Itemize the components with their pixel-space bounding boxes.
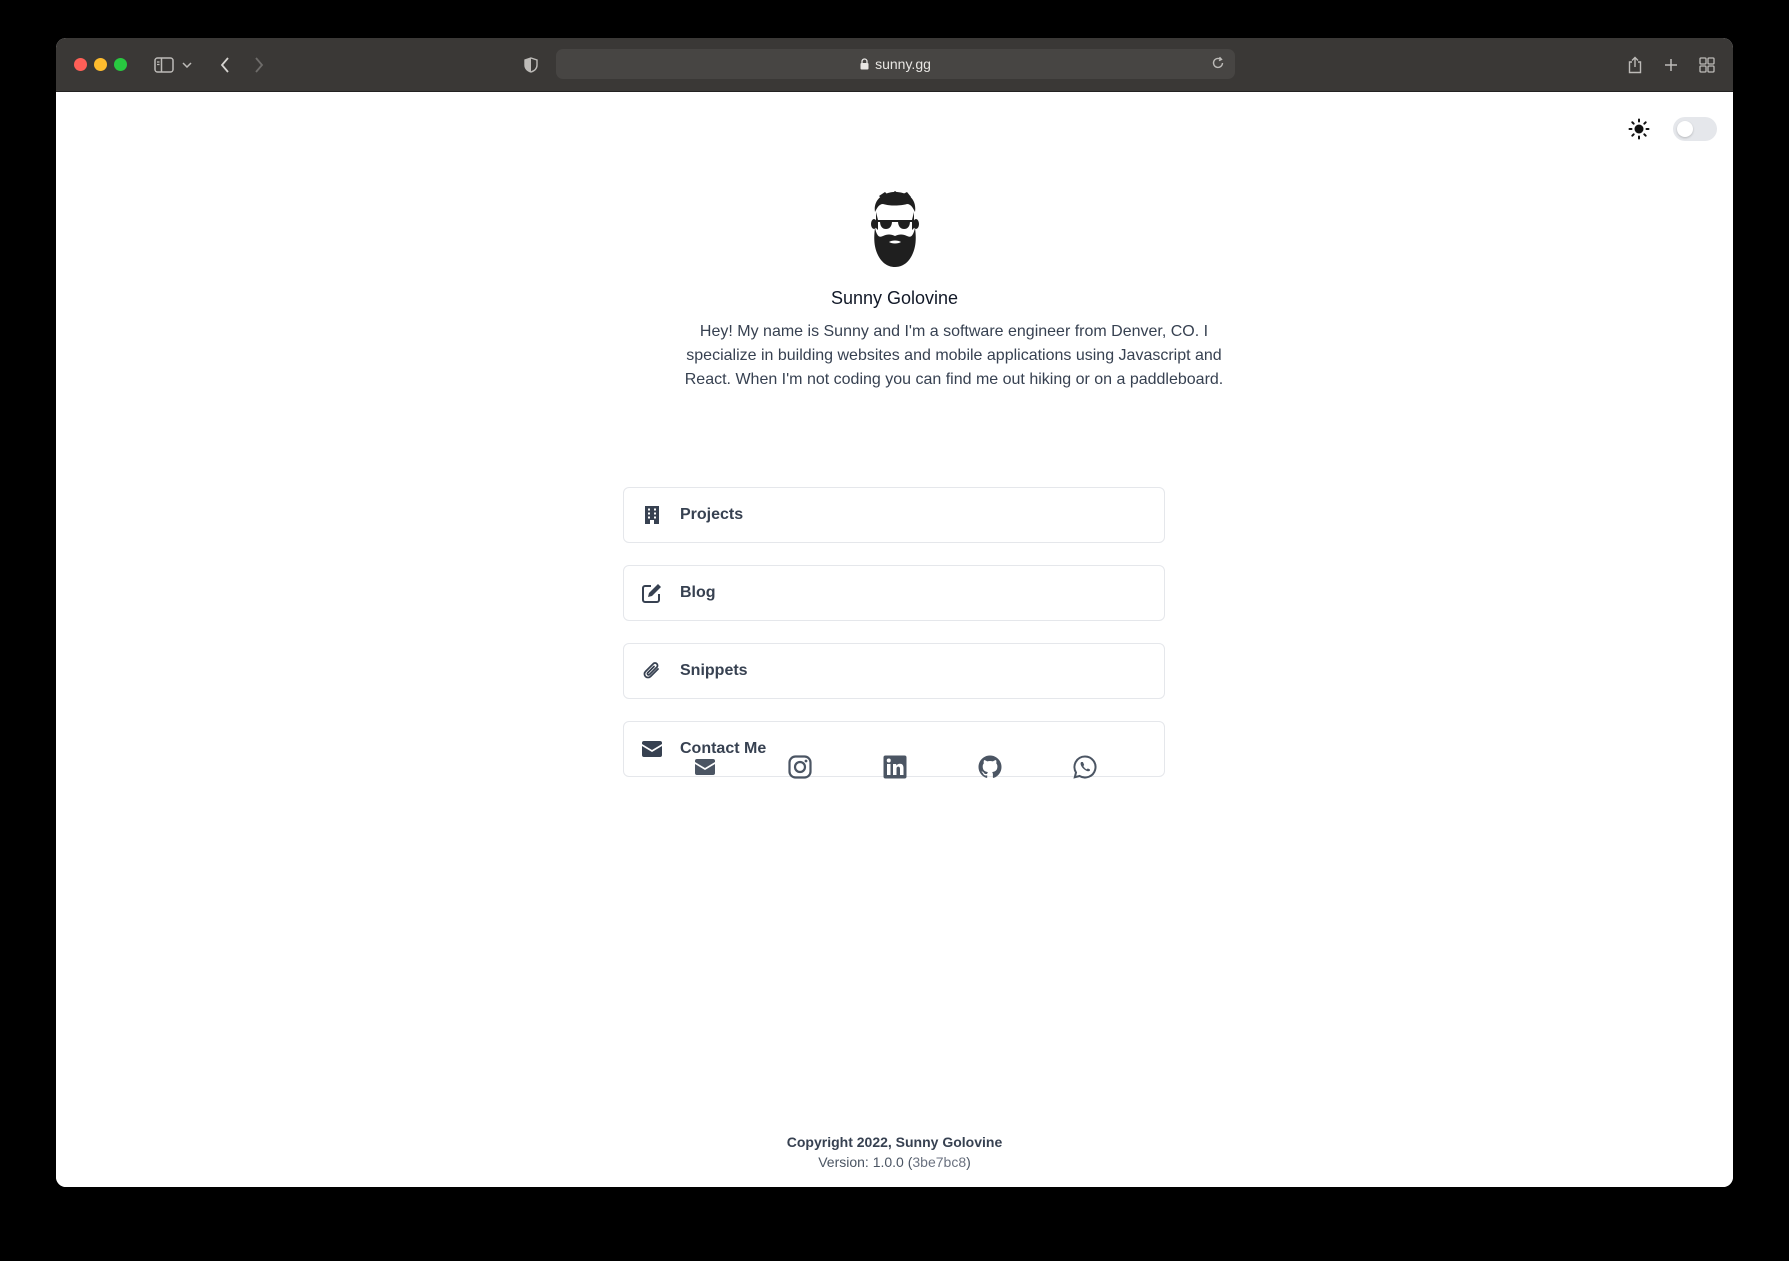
new-tab-plus-icon[interactable] [1662, 38, 1680, 91]
profile-bio: Hey! My name is Sunny and I'm a software… [684, 323, 1224, 388]
version-hash-link[interactable]: 3be7bc8 [912, 1154, 966, 1170]
instagram-icon[interactable] [787, 754, 813, 780]
address-bar[interactable]: sunny.gg [556, 49, 1235, 79]
share-icon[interactable] [1626, 38, 1644, 91]
chevron-down-icon[interactable] [180, 38, 194, 91]
page-footer: Copyright 2022, Sunny Golovine Version: … [56, 1132, 1733, 1172]
browser-toolbar: sunny.gg [56, 38, 1733, 92]
copyright-text: Copyright 2022, Sunny Golovine [786, 1134, 1003, 1150]
version-prefix: Version: 1.0.0 ( [818, 1154, 913, 1170]
url-text: sunny.gg [875, 56, 931, 72]
snippets-link[interactable]: Snippets [623, 643, 1165, 699]
privacy-shield-icon[interactable] [522, 38, 540, 91]
blog-link[interactable]: Blog [623, 565, 1165, 621]
page-content: Sunny Golovine Hey! My name is Sunny and… [56, 92, 1733, 1187]
version-suffix: ) [966, 1154, 971, 1170]
profile-name: Sunny Golovine [830, 288, 959, 308]
projects-link-label: Projects [680, 506, 744, 523]
reload-icon[interactable] [1211, 56, 1225, 70]
browser-window: sunny.gg Sunny Golovine Hey! My name is … [56, 38, 1733, 1187]
lock-icon [860, 58, 869, 70]
building-icon [640, 503, 664, 527]
close-window-button[interactable] [74, 58, 87, 71]
sidebar-toggle-icon[interactable] [152, 38, 176, 91]
email-social-icon[interactable] [692, 754, 718, 780]
github-icon[interactable] [977, 754, 1003, 780]
bearded-man-avatar-icon [867, 190, 923, 268]
toggle-knob [1677, 121, 1693, 137]
version-text: Version: 1.0.0 (3be7bc8) [56, 1152, 1733, 1172]
forward-arrow-icon[interactable] [250, 38, 268, 91]
minimize-window-button[interactable] [94, 58, 107, 71]
projects-link[interactable]: Projects [623, 487, 1165, 543]
back-arrow-icon[interactable] [216, 38, 234, 91]
linkedin-icon[interactable] [882, 754, 908, 780]
envelope-icon [640, 737, 664, 761]
tab-overview-icon[interactable] [1698, 38, 1716, 91]
whatsapp-icon[interactable] [1072, 754, 1098, 780]
dark-mode-toggle[interactable] [1673, 117, 1717, 141]
edit-icon [640, 581, 664, 605]
blog-link-label: Blog [680, 584, 716, 601]
maximize-window-button[interactable] [114, 58, 127, 71]
sun-icon [1628, 118, 1650, 140]
paperclip-icon [640, 659, 664, 683]
snippets-link-label: Snippets [680, 662, 748, 679]
